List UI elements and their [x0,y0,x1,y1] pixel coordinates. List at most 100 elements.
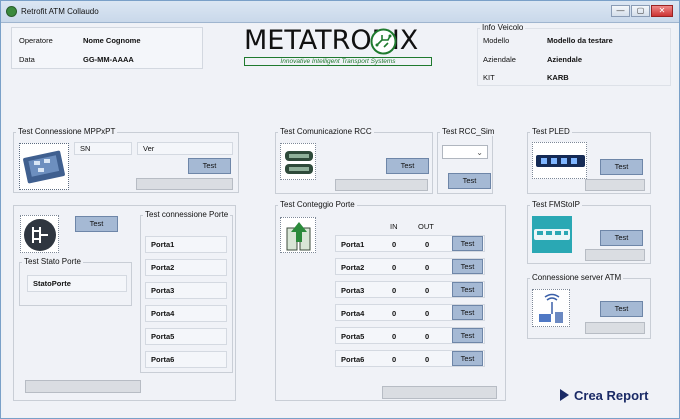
counting-legend: Test Conteggio Porte [278,200,357,209]
rcc-device-icon [280,143,316,180]
fmstoip-progress-bar [585,249,645,261]
count-in-value: 0 [392,286,397,295]
pled-display-icon [532,142,587,179]
close-button[interactable]: ✕ [651,5,673,17]
ports-area: Test Test Stato Porte StatoPorte Test co… [13,205,236,401]
port-field-1: Porta1 [145,236,227,253]
count-test-button-2[interactable]: Test [452,259,483,274]
count-in-value: 0 [392,240,397,249]
maximize-button[interactable]: ▢ [631,5,650,17]
count-row-name: Porta6 [341,355,365,364]
create-report-label: Crea Report [574,388,649,403]
date-value: GG-MM-AAAA [83,55,134,64]
out-header: OUT [418,222,434,231]
count-out-value: 0 [425,332,430,341]
stato-porte-legend: Test Stato Porte [22,257,83,266]
main-area: Operatore Nome Cognome Data GG-MM-AAAA M… [4,23,676,417]
count-row-6: Porta6 0 0 Test [335,350,485,367]
count-in-value: 0 [392,332,397,341]
stato-porte-field: StatoPorte [27,275,127,292]
rcc-test-button[interactable]: Test [386,158,429,174]
logo-tagline: Innovative Intelligent Transport Systems [244,57,432,66]
kit-label: KIT [483,73,495,82]
count-row-2: Porta2 0 0 Test [335,258,485,275]
count-row-5: Porta5 0 0 Test [335,327,485,344]
rcc-group: Test Comunicazione RCC Test [275,127,433,194]
metatronix-logo: METATRONIX Innovative Intelligent Transp… [242,24,434,69]
port-field-3: Porta3 [145,282,227,299]
door-counter-icon [280,217,316,253]
count-row-3: Porta3 0 0 Test [335,281,485,298]
rcc-progress-bar [335,179,428,191]
vehicle-info-panel: Info Veicolo Modello Modello da testare … [477,23,671,86]
minimize-button[interactable]: — [611,5,630,17]
company-label: Aziendale [483,55,516,64]
count-row-name: Porta1 [341,240,365,249]
vehicle-info-legend: Info Veicolo [480,23,526,32]
count-out-value: 0 [425,286,430,295]
sn-field: SN [74,142,132,155]
server-test-button[interactable]: Test [600,301,643,317]
date-label: Data [19,55,35,64]
window-title: Retrofit ATM Collaudo [21,7,99,16]
play-arrow-icon [560,389,569,401]
mppxpt-test-button[interactable]: Test [188,158,231,174]
pled-progress-bar [585,179,645,191]
count-row-name: Porta5 [341,332,365,341]
rcc-sim-legend: Test RCC_Sim [440,127,497,136]
fmstoip-bus-icon [532,216,572,253]
count-in-value: 0 [392,263,397,272]
rcc-sim-group: Test RCC_Sim ⌄ Test [437,127,497,194]
mppxpt-progress-bar [136,178,233,190]
count-row-name: Porta3 [341,286,365,295]
rcc-legend: Test Comunicazione RCC [278,127,374,136]
in-header: IN [390,222,398,231]
model-value: Modello da testare [547,36,613,45]
ports-connection-group: Test connessione Porte Porta1 Porta2 Por… [140,210,233,373]
port-field-6: Porta6 [145,351,227,368]
create-report-button[interactable]: Crea Report [560,388,648,403]
count-test-button-3[interactable]: Test [452,282,483,297]
count-in-value: 0 [392,355,397,364]
title-bar: Retrofit ATM Collaudo — ▢ ✕ [1,1,679,23]
count-row-1: Porta1 0 0 Test [335,235,485,252]
count-test-button-4[interactable]: Test [452,305,483,320]
ports-connection-legend: Test connessione Porte [143,210,231,219]
chevron-down-icon: ⌄ [476,148,483,157]
ver-field: Ver [137,142,233,155]
fmstoip-group: Test FMStoIP Test [527,200,651,264]
rcc-sim-test-button[interactable]: Test [448,173,491,189]
logo-circuit-icon [370,28,397,55]
count-out-value: 0 [425,355,430,364]
port-field-2: Porta2 [145,259,227,276]
operator-value: Nome Cognome [83,36,141,45]
app-window: Retrofit ATM Collaudo — ▢ ✕ Operatore No… [0,0,680,419]
kit-value: KARB [547,73,569,82]
operator-label: Operatore [19,36,53,45]
counting-group: Test Conteggio Porte IN OUT Porta1 0 0 T… [275,200,506,401]
stato-porte-group: Test Stato Porte StatoPorte [19,257,132,306]
count-test-button-6[interactable]: Test [452,351,483,366]
ports-progress-bar [25,380,141,393]
rcc-sim-select[interactable]: ⌄ [442,145,488,159]
model-label: Modello [483,36,510,45]
count-test-button-5[interactable]: Test [452,328,483,343]
pled-group: Test PLED Test [527,127,651,194]
count-test-button-1[interactable]: Test [452,236,483,251]
fmstoip-test-button[interactable]: Test [600,230,643,246]
ports-conn-test-button[interactable]: Test [75,216,118,232]
count-out-value: 0 [425,309,430,318]
port-field-4: Porta4 [145,305,227,322]
port-field-5: Porta5 [145,328,227,345]
mppxpt-legend: Test Connessione MPPxPT [16,127,118,136]
pled-test-button[interactable]: Test [600,159,643,175]
server-progress-bar [585,322,645,334]
operator-panel: Operatore Nome Cognome Data GG-MM-AAAA [11,27,203,69]
company-value: Aziendale [547,55,583,64]
app-icon [6,6,17,17]
count-out-value: 0 [425,240,430,249]
count-out-value: 0 [425,263,430,272]
server-connection-icon [532,289,570,327]
mppxpt-device-icon [19,143,69,190]
count-in-value: 0 [392,309,397,318]
